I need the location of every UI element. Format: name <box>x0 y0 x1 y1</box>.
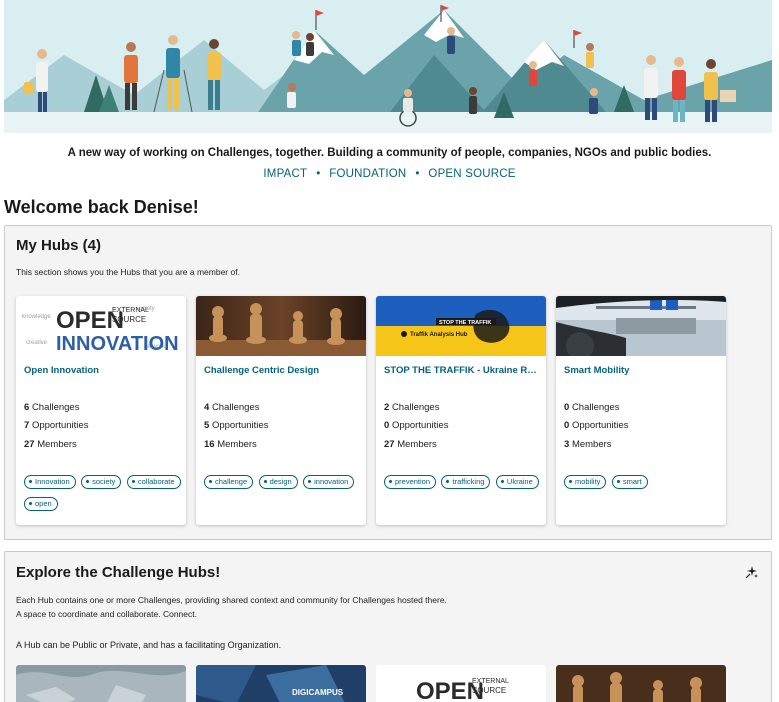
tag-chip[interactable]: mobility <box>564 475 607 489</box>
hub-card-tags: prevention trafficking Ukraine <box>383 471 543 493</box>
hub-card-image <box>196 296 366 356</box>
explore-hub-card[interactable] <box>16 665 186 702</box>
explore-description-line2: A space to coordinate and collaborate. C… <box>16 609 197 619</box>
svg-text:creative: creative <box>26 340 48 346</box>
hub-card-stop-the-traffik[interactable]: STOP THE TRAFFIK Traffik Analysis Hub ST… <box>376 296 546 525</box>
tag-chip[interactable]: smart <box>611 475 648 489</box>
hub-card-members: 3 Members <box>564 439 612 450</box>
svg-text:knowledge: knowledge <box>22 314 51 320</box>
tag-chip[interactable]: prevention <box>384 475 437 489</box>
separator-dot: • <box>316 168 321 180</box>
link-open-source[interactable]: OPEN SOURCE <box>428 168 515 180</box>
hub-card-challenges: 0 Challenges <box>564 402 620 413</box>
hub-card-tags: Innovation society collaborate open <box>23 471 183 515</box>
hub-card-opportunities: 5 Opportunities <box>204 420 269 431</box>
hub-card-title[interactable]: STOP THE TRAFFIK - Ukraine Re... <box>384 365 540 376</box>
hub-card-image: knowledge creative society network OPEN … <box>16 296 186 356</box>
explore-hubs-section: Explore the Challenge Hubs! Each Hub con… <box>4 551 772 702</box>
hub-card-opportunities: 0 Opportunities <box>384 420 449 431</box>
svg-text:DIGICAMPUS: DIGICAMPUS <box>292 688 344 697</box>
svg-text:SOURCE: SOURCE <box>112 315 146 324</box>
welcome-heading: Welcome back Denise! <box>4 197 199 217</box>
my-hubs-description: This section shows you the Hubs that you… <box>16 267 240 277</box>
hub-card-title[interactable]: Challenge Centric Design <box>204 365 360 376</box>
hub-card-challenges: 2 Challenges <box>384 402 440 413</box>
hub-card-challenges: 4 Challenges <box>204 402 260 413</box>
banner-illustration <box>4 0 772 133</box>
tag-chip[interactable]: design <box>258 475 298 489</box>
sparkle-icon[interactable] <box>745 565 759 579</box>
explore-title: Explore the Challenge Hubs! <box>16 564 221 581</box>
hub-card-open-innovation[interactable]: knowledge creative society network OPEN … <box>16 296 186 525</box>
hub-card-challenges: 6 Challenges <box>24 402 80 413</box>
explore-hub-card[interactable] <box>556 665 726 702</box>
link-impact[interactable]: IMPACT <box>263 168 307 180</box>
svg-text:EXTERNAL: EXTERNAL <box>112 307 149 314</box>
tag-chip[interactable]: society <box>81 475 122 489</box>
tag-chip[interactable]: challenge <box>204 475 254 489</box>
hub-card-members: 27 Members <box>24 439 77 450</box>
hub-card-opportunities: 7 Opportunities <box>24 420 89 431</box>
hub-card-title[interactable]: Smart Mobility <box>564 365 720 376</box>
my-hubs-title: My Hubs (4) <box>16 237 102 254</box>
tag-chip[interactable]: collaborate <box>126 475 181 489</box>
hub-card-tags: mobility smart <box>563 471 723 493</box>
hub-card-image <box>556 296 726 356</box>
tag-chip[interactable]: innovation <box>303 475 355 489</box>
tag-chip[interactable]: trafficking <box>441 475 491 489</box>
top-links: IMPACT • FOUNDATION • OPEN SOURCE <box>0 168 779 180</box>
hub-card-smart-mobility[interactable]: Smart Mobility 0 Challenges 0 Opportunit… <box>556 296 726 525</box>
explore-description-line1: Each Hub contains one or more Challenges… <box>16 595 447 605</box>
svg-text:INNOVATION: INNOVATION <box>56 333 179 355</box>
explore-description-line3: A Hub can be Public or Private, and has … <box>16 640 282 650</box>
hub-card-tags: challenge design innovation <box>203 471 363 493</box>
svg-text:STOP THE TRAFFIK: STOP THE TRAFFIK <box>439 320 491 326</box>
svg-text:Traffik Analysis Hub: Traffik Analysis Hub <box>410 332 468 338</box>
svg-text:EXTERNAL: EXTERNAL <box>472 678 509 685</box>
hub-card-members: 16 Members <box>204 439 257 450</box>
hero-banner <box>4 0 772 133</box>
hub-card-members: 27 Members <box>384 439 437 450</box>
tag-chip[interactable]: Innovation <box>24 475 76 489</box>
svg-text:SOURCE: SOURCE <box>472 686 506 695</box>
hub-card-title[interactable]: Open Innovation <box>24 365 180 376</box>
hub-card-image: STOP THE TRAFFIK Traffik Analysis Hub <box>376 296 546 356</box>
hub-card-opportunities: 0 Opportunities <box>564 420 629 431</box>
explore-hub-card[interactable]: OPEN EXTERNAL SOURCE <box>376 665 546 702</box>
my-hubs-section: My Hubs (4) This section shows you the H… <box>4 225 772 540</box>
explore-hub-card[interactable]: DIGICAMPUS <box>196 665 366 702</box>
tag-chip[interactable]: open <box>24 497 58 511</box>
tagline: A new way of working on Challenges, toge… <box>67 147 712 159</box>
link-foundation[interactable]: FOUNDATION <box>329 168 406 180</box>
separator-dot: • <box>415 168 420 180</box>
hub-card-challenge-centric-design[interactable]: Challenge Centric Design 4 Challenges 5 … <box>196 296 366 525</box>
tag-chip[interactable]: Ukraine <box>495 475 539 489</box>
